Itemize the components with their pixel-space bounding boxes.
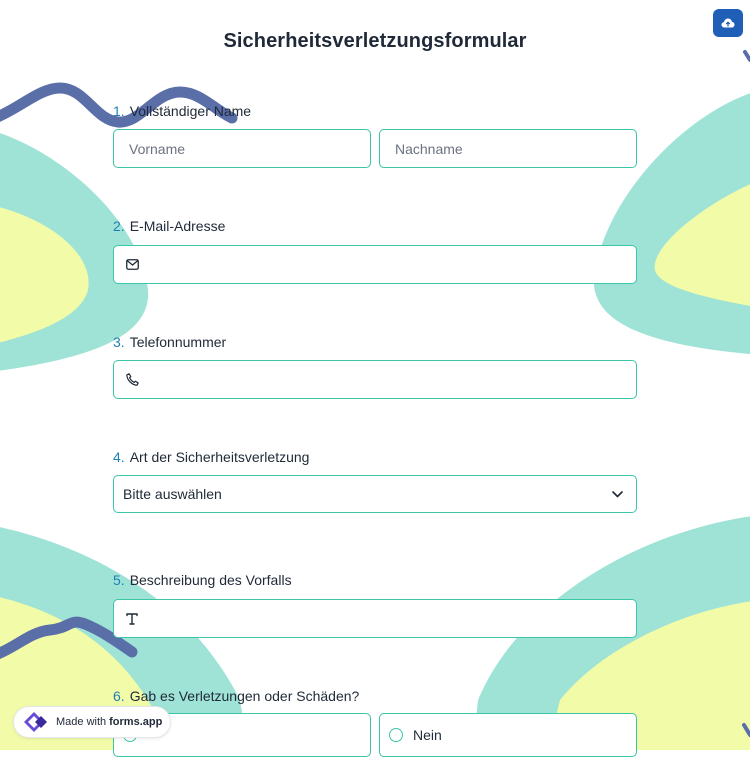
- cloud-upload-icon: [721, 18, 735, 28]
- radio-button[interactable]: [389, 728, 403, 742]
- question-number: 2.: [113, 218, 125, 234]
- select-value: Bitte auswählen: [123, 486, 222, 502]
- last-name-input[interactable]: Nachname: [379, 129, 637, 168]
- text-icon: [123, 610, 141, 628]
- question-1-label: 1. Vollständiger Name: [113, 103, 251, 119]
- question-text: Telefonnummer: [129, 334, 227, 350]
- question-4-label: 4. Art der Sicherheitsverletzung: [113, 449, 309, 465]
- question-3-label: 3. Telefonnummer: [113, 334, 226, 350]
- chevron-down-icon: [608, 485, 626, 503]
- last-name-placeholder: Nachname: [395, 140, 463, 157]
- question-text: Art der Sicherheitsverletzung: [129, 449, 310, 465]
- save-progress-button[interactable]: [713, 9, 743, 37]
- question-number: 4.: [113, 449, 125, 465]
- radio-option-label: Nein: [413, 727, 442, 743]
- question-number: 5.: [113, 572, 125, 588]
- question-text: Vollständiger Name: [129, 103, 252, 119]
- question-6-label: 6. Gab es Verletzungen oder Schäden?: [113, 688, 359, 704]
- question-text: Gab es Verletzungen oder Schäden?: [129, 688, 360, 704]
- email-field[interactable]: [113, 245, 637, 284]
- incident-description-field[interactable]: [113, 599, 637, 638]
- first-name-placeholder: Vorname: [129, 140, 186, 157]
- phone-field[interactable]: [113, 360, 637, 399]
- breach-type-select[interactable]: Bitte auswählen: [113, 475, 637, 513]
- first-name-input[interactable]: Vorname: [113, 129, 371, 168]
- question-text: Beschreibung des Vorfalls: [129, 572, 292, 588]
- radio-option-no[interactable]: Nein: [379, 713, 637, 757]
- forms-app-logo-icon: [24, 712, 47, 732]
- question-number: 6.: [113, 688, 125, 704]
- phone-icon: [123, 371, 141, 389]
- question-2-label: 2. E-Mail-Adresse: [113, 218, 225, 234]
- envelope-icon: [123, 256, 141, 274]
- question-5-label: 5. Beschreibung des Vorfalls: [113, 572, 292, 588]
- badge-prefix: Made with: [56, 716, 107, 728]
- question-text: E-Mail-Adresse: [129, 218, 226, 234]
- form-title: Sicherheitsverletzungsformular: [223, 30, 527, 52]
- form-page: Sicherheitsverletzungsformular 1. Vollstä…: [0, 0, 750, 757]
- badge-brand: forms.app: [109, 716, 163, 728]
- question-number: 1.: [113, 103, 125, 119]
- made-with-forms-app-badge[interactable]: Made with forms.app: [13, 706, 171, 738]
- question-number: 3.: [113, 334, 125, 350]
